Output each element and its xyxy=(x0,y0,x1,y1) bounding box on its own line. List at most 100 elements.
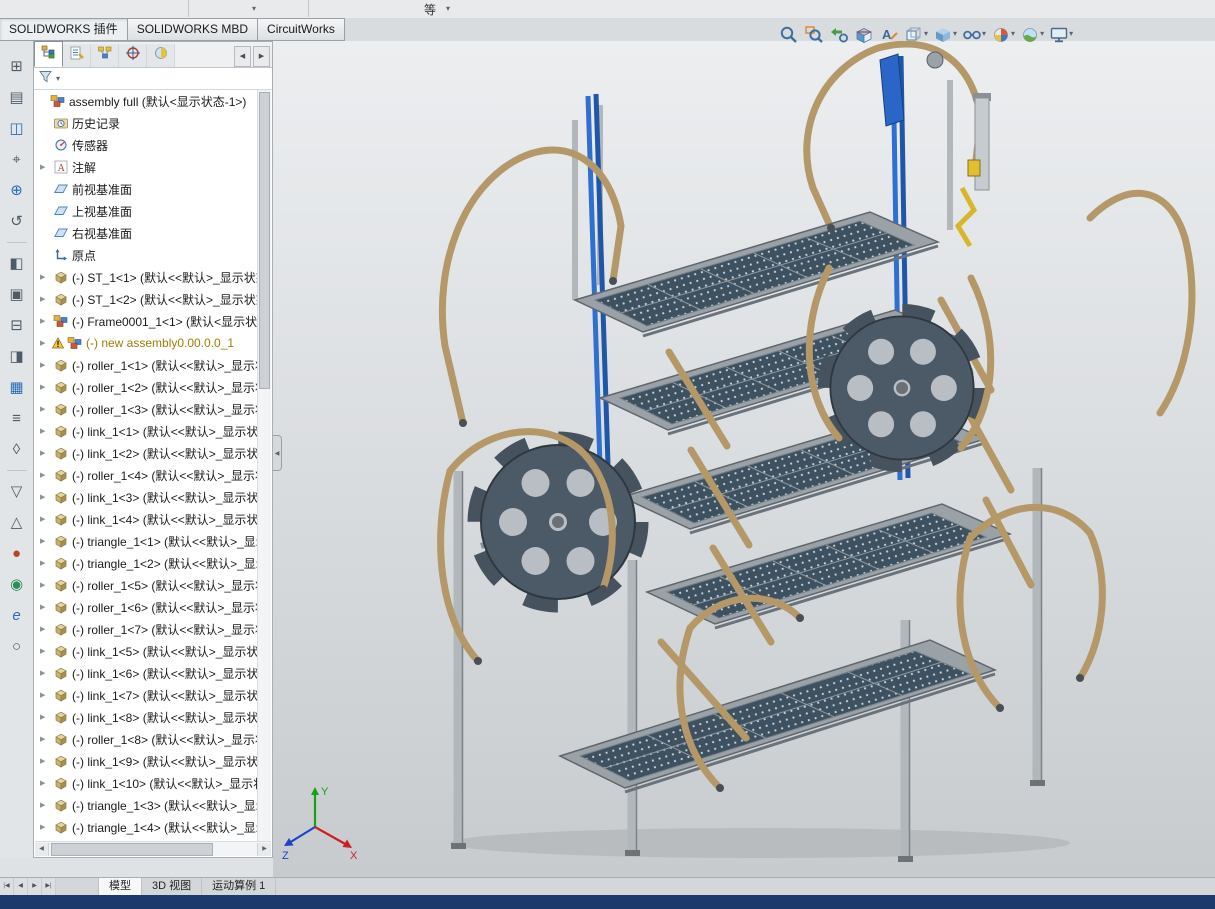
tree-vertical-scrollbar[interactable] xyxy=(257,90,271,841)
expand-arrow-icon[interactable]: ▶ xyxy=(35,493,52,501)
view-orientation-button[interactable]: ▾ xyxy=(903,25,929,44)
expand-arrow-icon[interactable]: ▶ xyxy=(35,427,52,435)
tree-item[interactable]: ▶(-) roller_1<7> (默认<<默认>_显示状态 1>) xyxy=(35,618,257,640)
expand-arrow-icon[interactable]: ▶ xyxy=(35,163,52,171)
chevron-down-icon[interactable]: ▾ xyxy=(1011,30,1015,38)
expand-arrow-icon[interactable]: ▶ xyxy=(35,757,52,765)
configurationmanager-tab[interactable] xyxy=(91,44,119,67)
assembly-tool-icon-17[interactable]: ◉ xyxy=(5,573,29,596)
propertymanager-tab[interactable] xyxy=(63,44,91,67)
tree-item[interactable]: ▶(-) roller_1<1> (默认<<默认>_显示状态 1>) xyxy=(35,354,257,376)
hscroll-right-button[interactable]: ▶ xyxy=(257,843,271,856)
tree-item[interactable]: ▶(-) link_1<6> (默认<<默认>_显示状态 1>) xyxy=(35,662,257,684)
assembly-tool-icon-8[interactable]: ▣ xyxy=(5,283,29,306)
assembly-tool-icon-15[interactable]: △ xyxy=(5,511,29,534)
expand-arrow-icon[interactable]: ▶ xyxy=(35,625,52,633)
section-view-button[interactable] xyxy=(853,25,875,44)
featuremanager-tab[interactable] xyxy=(34,41,63,67)
tree-item[interactable]: ▶(-) link_1<8> (默认<<默认>_显示状态 1>) xyxy=(35,706,257,728)
tree-item[interactable]: ▶(-) link_1<4> (默认<<默认>_显示状态 1>) xyxy=(35,508,257,530)
tree-item[interactable]: ▶(-) roller_1<3> (默认<<默认>_显示状态 1>) xyxy=(35,398,257,420)
tree-item[interactable]: 原点 xyxy=(35,244,257,266)
tree-item[interactable]: ▶(-) ST_1<2> (默认<<默认>_显示状态 1>) xyxy=(35,288,257,310)
sheet-nav-button-4[interactable]: ▶| xyxy=(42,878,56,895)
tree-item[interactable]: 上视基准面 xyxy=(35,200,257,222)
assembly-tool-icon-14[interactable]: ▽ xyxy=(5,480,29,503)
tree-item[interactable]: ▶(-) link_1<5> (默认<<默认>_显示状态 1>) xyxy=(35,640,257,662)
assembly-tool-icon-2[interactable]: ▤ xyxy=(5,86,29,109)
tree-item[interactable]: 前视基准面 xyxy=(35,178,257,200)
tab-circuitworks[interactable]: CircuitWorks xyxy=(257,18,345,41)
assembly-tool-icon-5[interactable]: ⊕ xyxy=(5,179,29,202)
tree-item[interactable]: ▶(-) link_1<10> (默认<<默认>_显示状态 1 xyxy=(35,772,257,794)
chevron-down-icon[interactable]: ▾ xyxy=(924,30,928,38)
assembly-tool-icon-4[interactable]: ⌖ xyxy=(5,148,29,171)
expand-arrow-icon[interactable]: ▶ xyxy=(35,317,52,325)
tree-item[interactable]: ▶A注解 xyxy=(35,156,257,178)
assembly-tool-icon-19[interactable]: ○ xyxy=(5,635,29,658)
tree-item[interactable]: 右视基准面 xyxy=(35,222,257,244)
chevron-down-icon[interactable]: ▾ xyxy=(1040,30,1044,38)
expand-arrow-icon[interactable]: ▶ xyxy=(35,405,52,413)
panel-tab-scroll-right[interactable]: ▶ xyxy=(253,46,270,67)
sheet-nav-button-2[interactable]: ◀ xyxy=(14,878,28,895)
assembly-tool-icon-13[interactable]: ◊ xyxy=(5,438,29,461)
dropdown-caret-icon[interactable]: ▾ xyxy=(252,5,256,13)
tree-item[interactable]: ▶(-) roller_1<5> (默认<<默认>_显示状态 1>) xyxy=(35,574,257,596)
expand-arrow-icon[interactable]: ▶ xyxy=(35,823,52,831)
display-style-button[interactable]: ▾ xyxy=(932,25,958,44)
document-tab-模型[interactable]: 模型 xyxy=(98,878,142,895)
expand-arrow-icon[interactable]: ▶ xyxy=(35,647,52,655)
previous-view-button[interactable] xyxy=(828,25,850,44)
expand-arrow-icon[interactable]: ▶ xyxy=(35,603,52,611)
filter-funnel-icon[interactable] xyxy=(38,69,53,88)
tree-item[interactable]: ▶(-) ST_1<1> (默认<<默认>_显示状态 1>) xyxy=(35,266,257,288)
apply-scene-button[interactable]: ▾ xyxy=(1019,25,1045,44)
dynamic-annotation-views-button[interactable]: A xyxy=(878,25,900,44)
expand-arrow-icon[interactable]: ▶ xyxy=(35,691,52,699)
sheet-nav-button-3[interactable]: ▶ xyxy=(28,878,42,895)
vertical-scroll-thumb[interactable] xyxy=(259,92,270,389)
edit-appearance-button[interactable]: ▾ xyxy=(990,25,1016,44)
tree-item[interactable]: ▶(-) roller_1<8> (默认<<默认>_显示状态 1>) xyxy=(35,728,257,750)
expand-arrow-icon[interactable]: ▶ xyxy=(35,515,52,523)
expand-arrow-icon[interactable]: ▶ xyxy=(35,669,52,677)
filter-caret-icon[interactable]: ▾ xyxy=(56,75,60,83)
zoom-to-area-button[interactable] xyxy=(803,25,825,44)
tree-item[interactable]: ▶(-) triangle_1<2> (默认<<默认>_显示状 xyxy=(35,552,257,574)
tree-root-item[interactable]: assembly full (默认<显示状态-1>) xyxy=(35,90,257,112)
document-tab-运动算例 1[interactable]: 运动算例 1 xyxy=(202,878,276,895)
graphics-viewport[interactable]: ◀ Y X Z xyxy=(273,41,1215,877)
expand-arrow-icon[interactable]: ▶ xyxy=(35,779,52,787)
expand-arrow-icon[interactable]: ▶ xyxy=(35,801,52,809)
zoom-to-fit-button[interactable] xyxy=(778,25,800,44)
expand-arrow-icon[interactable]: ▶ xyxy=(35,295,52,303)
hscroll-left-button[interactable]: ◀ xyxy=(35,843,49,856)
tree-horizontal-scrollbar[interactable]: ◀ ▶ xyxy=(35,841,271,856)
expand-arrow-icon[interactable]: ▶ xyxy=(35,273,52,281)
expand-arrow-icon[interactable]: ▶ xyxy=(35,383,52,391)
chevron-down-icon[interactable]: ▾ xyxy=(982,30,986,38)
assembly-tool-icon-7[interactable]: ◧ xyxy=(5,252,29,275)
document-tab-3D 视图[interactable]: 3D 视图 xyxy=(142,878,202,895)
expand-arrow-icon[interactable]: ▶ xyxy=(35,713,52,721)
tree-item[interactable]: ▶(-) Frame0001_1<1> (默认<显示状态-1>) xyxy=(35,310,257,332)
tree-item[interactable]: ▶(-) link_1<2> (默认<<默认>_显示状态 1>) xyxy=(35,442,257,464)
dimxpertmanager-tab[interactable] xyxy=(119,44,147,67)
tree-item[interactable]: ▶(-) link_1<1> (默认<<默认>_显示状态 1>) xyxy=(35,420,257,442)
expand-arrow-icon[interactable]: ▶ xyxy=(35,361,52,369)
tab-solidworks-mbd[interactable]: SOLIDWORKS MBD xyxy=(127,18,258,41)
assembly-tool-icon-18[interactable]: e xyxy=(5,604,29,627)
expand-arrow-icon[interactable]: ▶ xyxy=(35,735,52,743)
tree-item[interactable]: 传感器 xyxy=(35,134,257,156)
hide-show-items-button[interactable]: ▾ xyxy=(961,25,987,44)
expand-arrow-icon[interactable]: ▶ xyxy=(35,559,52,567)
model-canvas[interactable] xyxy=(273,41,1215,877)
view-settings-button[interactable]: ▾ xyxy=(1048,25,1074,44)
horizontal-scroll-thumb[interactable] xyxy=(51,843,213,856)
expand-arrow-icon[interactable]: ▶ xyxy=(35,581,52,589)
tree-item[interactable]: ▶(-) link_1<7> (默认<<默认>_显示状态 1>) xyxy=(35,684,257,706)
assembly-tool-icon-16[interactable]: ● xyxy=(5,542,29,565)
expand-arrow-icon[interactable]: ▶ xyxy=(35,471,52,479)
tree-item[interactable]: ▶(-) roller_1<2> (默认<<默认>_显示状态 1>) xyxy=(35,376,257,398)
